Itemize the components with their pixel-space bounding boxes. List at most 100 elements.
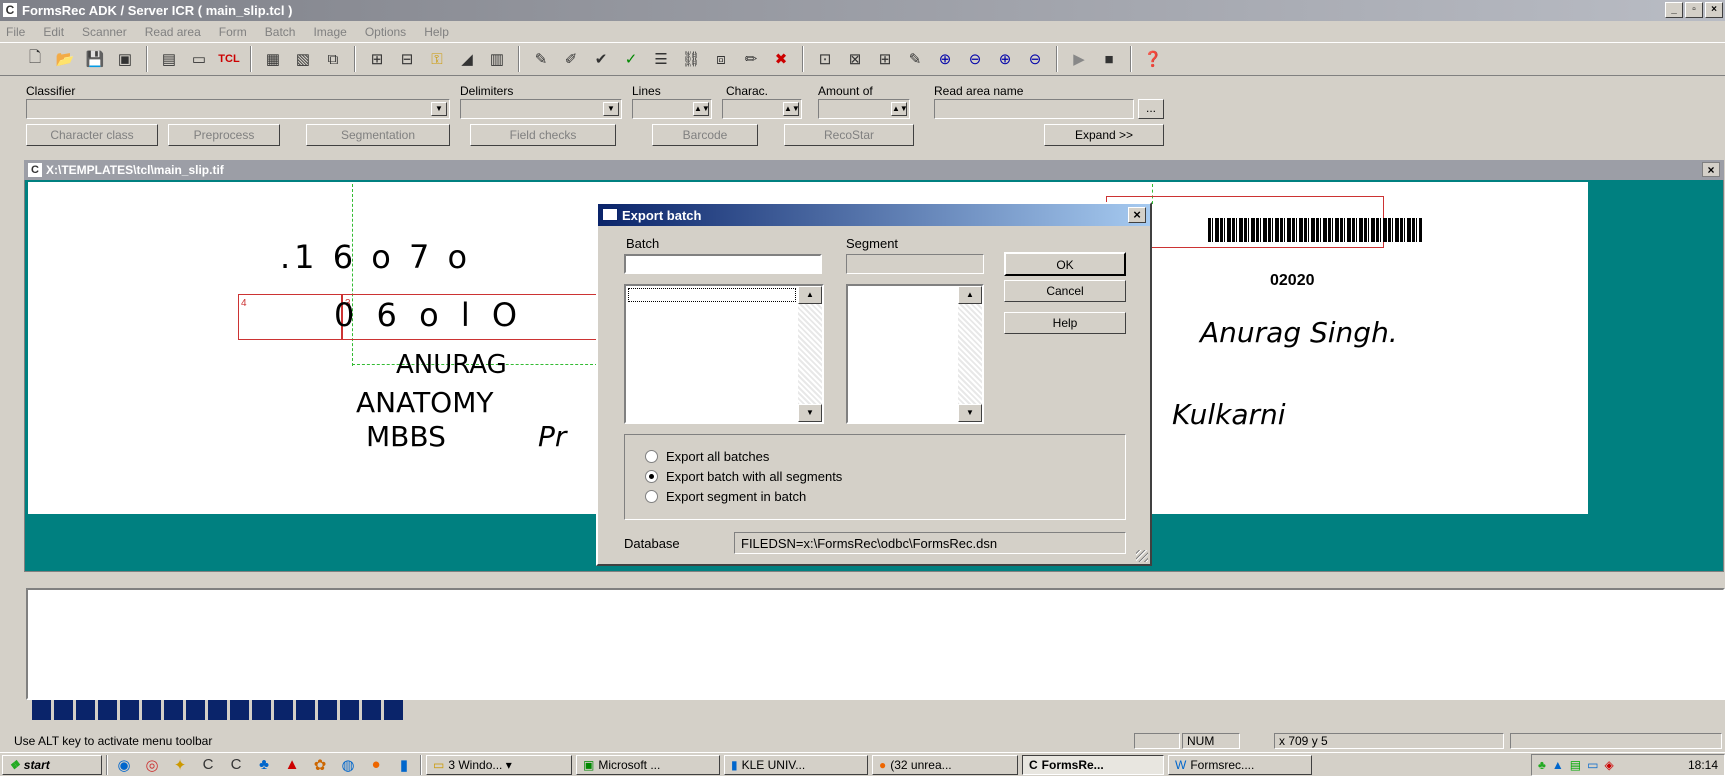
browser-icon[interactable]: ◍ (336, 754, 360, 776)
help-button[interactable]: Help (1004, 312, 1126, 334)
mark-icon[interactable]: ✔ (590, 48, 612, 70)
edit-icon[interactable]: ✏ (740, 48, 762, 70)
character-class-button[interactable]: Character class (26, 124, 158, 146)
menu-help[interactable]: Help (424, 25, 449, 39)
opera-icon[interactable]: ◎ (140, 754, 164, 776)
zoom-100-icon[interactable]: ⊖ (1024, 48, 1046, 70)
charac-spinner[interactable]: ▲▼ (722, 99, 802, 119)
tcl-icon[interactable]: TCL (218, 48, 240, 70)
read-area-icon[interactable]: ⊞ (366, 48, 388, 70)
segment-list[interactable]: ▲ ▼ (846, 284, 984, 424)
taskbar-item-formsrec-active[interactable]: C FormsRe... (1022, 754, 1164, 775)
tray-network-icon[interactable]: ▲ (1552, 758, 1564, 772)
new-icon[interactable]: 🗋 (24, 48, 46, 70)
dialog-close-button[interactable]: × (1128, 207, 1146, 223)
scroll-down-icon[interactable]: ▼ (958, 404, 982, 422)
tray-device-icon[interactable]: ▤ (1570, 758, 1581, 772)
tray-antivirus-icon[interactable]: ◈ (1604, 758, 1613, 772)
radio-circle-icon[interactable] (645, 470, 658, 483)
zoom-out-icon[interactable]: ⊖ (964, 48, 986, 70)
form-edit-icon[interactable]: ▧ (292, 48, 314, 70)
form-icon[interactable]: ▦ (262, 48, 284, 70)
menu-options[interactable]: Options (365, 25, 406, 39)
menu-batch[interactable]: Batch (265, 25, 296, 39)
expand-button[interactable]: Expand >> (1044, 124, 1164, 146)
scroll-down-icon[interactable]: ▼ (798, 404, 822, 422)
batch-input[interactable] (624, 254, 822, 274)
radio-circle-icon[interactable] (645, 450, 658, 463)
pdf-icon[interactable]: ▲ (280, 754, 304, 776)
batch-list-scrollbar[interactable]: ▲ ▼ (798, 286, 822, 422)
paint-icon[interactable]: ✿ (308, 754, 332, 776)
amount-spinner[interactable]: ▲▼ (818, 99, 910, 119)
menu-read-area[interactable]: Read area (145, 25, 201, 39)
browse-button[interactable]: ... (1138, 99, 1164, 119)
formsrec-icon[interactable]: C (196, 754, 220, 776)
read-area-key-icon[interactable]: ⚿ (426, 48, 448, 70)
ok-button[interactable]: OK (1004, 252, 1126, 276)
save-all-icon[interactable]: ▣ (114, 48, 136, 70)
radio-export-all-batches[interactable]: Export all batches (645, 449, 769, 464)
play-icon[interactable]: ▶ (1068, 48, 1090, 70)
menu-form[interactable]: Form (219, 25, 247, 39)
field3-icon[interactable]: ⊞ (874, 48, 896, 70)
minimize-button[interactable]: _ (1665, 2, 1683, 18)
menu-file[interactable]: File (6, 25, 25, 39)
resize-grip-icon[interactable] (1136, 550, 1148, 562)
list-icon[interactable]: ☰ (650, 48, 672, 70)
taskbar-item-kle[interactable]: ▮ KLE UNIV... (724, 754, 868, 775)
taskbar-item-formsrec-doc[interactable]: W Formsrec.... (1168, 754, 1312, 775)
preprocess-button[interactable]: Preprocess (168, 124, 280, 146)
stop-icon[interactable]: ■ (1098, 48, 1120, 70)
save-icon[interactable]: 💾 (84, 48, 106, 70)
dropdown-arrow-icon[interactable]: ▼ (431, 102, 447, 116)
spin-icon[interactable]: ▲▼ (891, 102, 908, 116)
taskbar-item-microsoft[interactable]: ▣ Microsoft ... (576, 754, 720, 775)
firefox-icon[interactable]: ● (364, 754, 388, 776)
taskbar-item-firefox[interactable]: ● (32 unrea... (872, 754, 1018, 775)
menu-image[interactable]: Image (313, 25, 346, 39)
batch-list[interactable]: ▲ ▼ (624, 284, 824, 424)
read-area-line-icon[interactable]: ◢ (456, 48, 478, 70)
recostar-button[interactable]: RecoStar (784, 124, 914, 146)
folder-icon[interactable]: ✦ (168, 754, 192, 776)
close-button[interactable]: × (1705, 2, 1723, 18)
doc-close-button[interactable]: × (1702, 162, 1720, 177)
verify-icon[interactable]: ✓ (620, 48, 642, 70)
zoom-in-icon[interactable]: ⊕ (934, 48, 956, 70)
menu-scanner[interactable]: Scanner (82, 25, 127, 39)
classifier-select[interactable]: ▼ (26, 99, 450, 119)
menu-edit[interactable]: Edit (43, 25, 64, 39)
chart-icon[interactable]: ▮ (392, 754, 416, 776)
field-icon[interactable]: ⊡ (814, 48, 836, 70)
open-icon[interactable]: 📂 (54, 48, 76, 70)
start-button[interactable]: ❖ start (2, 754, 102, 775)
link-icon[interactable]: ⛓ (680, 48, 702, 70)
lines-spinner[interactable]: ▲▼ (632, 99, 712, 119)
cancel-button[interactable]: Cancel (1004, 280, 1126, 302)
field-edit-icon[interactable]: ✎ (904, 48, 926, 70)
group-icon[interactable]: ⧈ (710, 48, 732, 70)
check-icon[interactable]: ✎ (530, 48, 552, 70)
spin-icon[interactable]: ▲▼ (783, 102, 800, 116)
spin-icon[interactable]: ▲▼ (693, 102, 710, 116)
segment-list-scrollbar[interactable]: ▲ ▼ (958, 286, 982, 422)
frame-icon[interactable]: ▤ (158, 48, 180, 70)
monitor-icon[interactable]: ▭ (188, 48, 210, 70)
help-icon[interactable]: ❓ (1142, 48, 1164, 70)
read-area-name-input[interactable] (934, 99, 1134, 119)
check2-icon[interactable]: ✐ (560, 48, 582, 70)
field-checks-button[interactable]: Field checks (470, 124, 616, 146)
scroll-up-icon[interactable]: ▲ (798, 286, 822, 304)
radio-export-segment[interactable]: Export segment in batch (645, 489, 806, 504)
tray-icon[interactable]: ♣ (1538, 758, 1546, 772)
list-focus-item[interactable] (628, 288, 796, 302)
radio-circle-icon[interactable] (645, 490, 658, 503)
restore-button[interactable]: ▫ (1685, 2, 1703, 18)
read-area-4[interactable]: 4 (238, 294, 342, 340)
delimiters-select[interactable]: ▼ (460, 99, 622, 119)
scroll-up-icon[interactable]: ▲ (958, 286, 982, 304)
formsrec2-icon[interactable]: C (224, 754, 248, 776)
segmentation-button[interactable]: Segmentation (306, 124, 450, 146)
field2-icon[interactable]: ⊠ (844, 48, 866, 70)
